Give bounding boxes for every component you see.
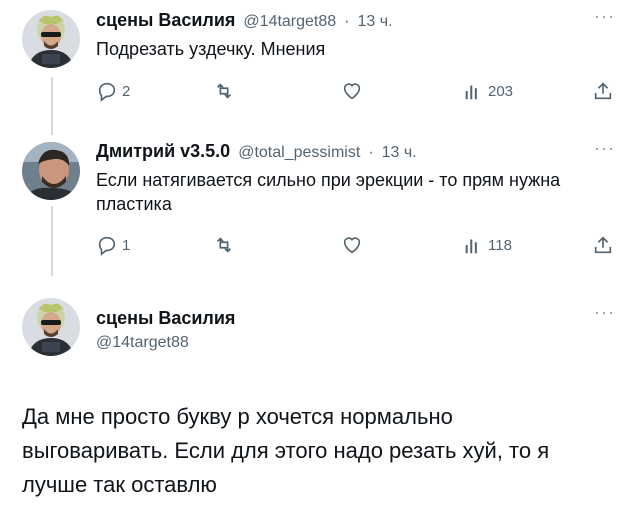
views-button[interactable]: 203	[462, 80, 513, 102]
reply-icon	[98, 82, 116, 102]
retweet-icon	[216, 237, 232, 253]
more-options-icon[interactable]: ···	[594, 138, 615, 159]
reply-button[interactable]: 2	[96, 80, 130, 102]
tweet-text: Да мне просто букву р хочется нормально …	[22, 404, 550, 497]
share-icon	[594, 236, 612, 254]
views-count: 203	[488, 82, 514, 100]
tweet-text: Подрезать уздечку. Мнения	[96, 39, 326, 59]
views-icon	[465, 239, 477, 254]
views-button[interactable]: 118	[462, 234, 512, 256]
author-name[interactable]: Дмитрий v3.5.0	[96, 141, 230, 162]
heart-icon	[343, 83, 361, 100]
more-options-icon[interactable]: ···	[594, 6, 615, 27]
retweet-icon	[216, 83, 232, 99]
thread-line	[51, 206, 53, 276]
timestamp[interactable]: 13 ч.	[358, 13, 393, 31]
retweet-button[interactable]	[212, 234, 236, 256]
reply-count: 2	[122, 82, 131, 100]
views-count: 118	[488, 236, 512, 254]
author-handle[interactable]: @14target88	[96, 334, 189, 352]
timestamp[interactable]: 13 ч.	[382, 144, 417, 162]
share-icon	[594, 82, 612, 100]
separator: ·	[368, 144, 374, 161]
thread-line	[51, 77, 53, 135]
tweet-text: Если натягивается сильно при эрекции - т…	[96, 170, 561, 214]
share-button[interactable]	[592, 234, 614, 256]
author-name[interactable]: сцены Василия	[96, 308, 235, 329]
avatar[interactable]	[22, 298, 80, 356]
like-button[interactable]	[340, 80, 364, 102]
share-button[interactable]	[592, 80, 614, 102]
more-options-icon[interactable]: ···	[594, 302, 615, 323]
reply-icon	[98, 236, 116, 256]
reply-count: 1	[122, 236, 131, 254]
author-name[interactable]: сцены Василия	[96, 10, 235, 31]
heart-icon	[343, 237, 361, 254]
avatar[interactable]	[22, 142, 80, 200]
separator: ·	[344, 13, 350, 30]
author-handle[interactable]: @total_pessimist	[238, 144, 360, 162]
avatar[interactable]	[22, 10, 80, 68]
reply-button[interactable]: 1	[96, 234, 130, 256]
author-handle[interactable]: @14target88	[243, 13, 336, 31]
views-icon	[465, 85, 477, 100]
retweet-button[interactable]	[212, 80, 236, 102]
like-button[interactable]	[340, 234, 364, 256]
